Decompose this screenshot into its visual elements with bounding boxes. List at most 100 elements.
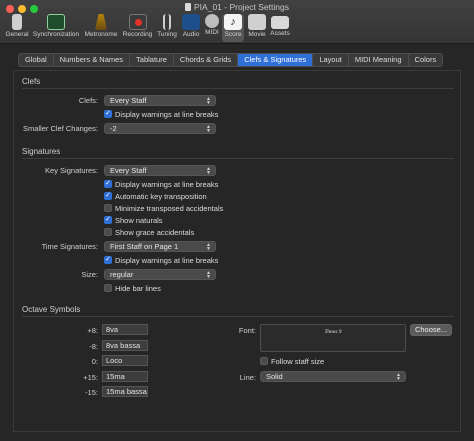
octave-loco-field[interactable]: Loco <box>102 355 148 366</box>
toolbar-label: MIDI <box>205 29 219 36</box>
clefs-value: Every Staff <box>110 96 147 105</box>
divider <box>22 158 454 159</box>
chevron-updown-icon: ▲ ▼ <box>206 242 211 252</box>
toolbar-label: Score <box>224 31 242 38</box>
toolbar-label: Movie <box>248 31 266 38</box>
checkbox-checked-icon <box>104 191 112 200</box>
divider <box>22 88 454 89</box>
checkbox-unchecked-icon <box>104 204 112 212</box>
time-warnings-checkbox[interactable]: Display warnings at line breaks <box>104 255 219 266</box>
tab-global[interactable]: Global <box>19 54 54 66</box>
checkbox-checked-icon <box>104 109 112 118</box>
follow-staff-size-checkbox[interactable]: Follow staff size <box>260 357 324 367</box>
choose-font-button[interactable]: Choose... <box>410 324 452 336</box>
clefs-label: Clefs: <box>78 96 98 105</box>
clefs-popup[interactable]: Every Staff ▲ ▼ <box>104 95 216 106</box>
toolbar-label: Audio <box>182 31 200 38</box>
line-style-value: Solid <box>266 372 283 381</box>
checkbox-label: Hide bar lines <box>115 284 161 293</box>
toolbar-tuning[interactable]: Tuning <box>155 14 179 42</box>
toolbar-movie[interactable]: Movie <box>246 14 268 42</box>
hide-bar-lines-checkbox[interactable]: Hide bar lines <box>104 284 161 294</box>
size-value: regular <box>110 270 134 279</box>
key-signatures-label: Key Signatures: <box>45 166 98 175</box>
toolbar-recording[interactable]: Recording <box>121 14 154 42</box>
settings-panel: Clefs Clefs: Every Staff ▲▼ Display warn… <box>13 70 461 432</box>
octave-label: -8: <box>89 342 98 351</box>
tab-layout[interactable]: Layout <box>313 54 349 66</box>
checkbox-unchecked-icon <box>260 357 268 365</box>
tab-numbers-names[interactable]: Numbers & Names <box>54 54 131 66</box>
document-icon <box>185 3 192 11</box>
key-signatures-popup[interactable]: Every Staff ▲ ▼ <box>104 165 216 176</box>
minimize-accidentals-checkbox[interactable]: Minimize transposed accidentals <box>104 204 223 214</box>
clefs-warnings-checkbox[interactable]: Display warnings at line breaks <box>104 109 219 120</box>
time-signatures-value: First Staff on Page 1 <box>110 242 179 251</box>
octave-8va-field[interactable]: 8va <box>102 324 148 335</box>
toolbar-label: Metronome <box>84 31 118 38</box>
octave-label: -15: <box>85 388 98 397</box>
smaller-clef-popup[interactable]: -2 ▲ ▼ <box>104 123 216 134</box>
time-signatures-popup[interactable]: First Staff on Page 1 ▲ ▼ <box>104 241 216 252</box>
font-label: Font: <box>238 326 256 335</box>
checkbox-checked-icon <box>104 255 112 264</box>
size-popup[interactable]: regular ▲ ▼ <box>104 269 216 280</box>
line-style-popup[interactable]: Solid ▲ ▼ <box>260 371 406 382</box>
octave-15ma-field[interactable]: 15ma <box>102 371 148 382</box>
checkbox-label: Display warnings at line breaks <box>115 256 219 265</box>
auto-transposition-checkbox[interactable]: Automatic key transposition <box>104 191 207 202</box>
checkbox-label: Display warnings at line breaks <box>115 180 219 189</box>
checkbox-label: Follow staff size <box>271 357 325 366</box>
toolbar-general[interactable]: General <box>4 14 30 42</box>
key-signatures-value: Every Staff <box>110 166 147 175</box>
music-note-icon: ♪ <box>224 14 242 30</box>
chevron-updown-icon: ▲ ▼ <box>206 270 211 280</box>
checkbox-label: Show grace accidentals <box>115 228 195 237</box>
sync-waveform-icon <box>47 14 65 30</box>
font-preview-text: Times 9 <box>324 329 342 335</box>
smaller-clef-value: -2 <box>110 124 117 133</box>
tab-colors[interactable]: Colors <box>409 54 443 66</box>
metronome-icon <box>95 14 107 30</box>
toolbar-label: Tuning <box>157 31 177 38</box>
chevron-updown-icon: ▲ ▼ <box>206 96 211 106</box>
audio-waveform-icon <box>182 14 200 30</box>
show-grace-accidentals-checkbox[interactable]: Show grace accidentals <box>104 228 194 238</box>
toolbar-label: Assets <box>270 30 290 37</box>
octave-label: 0: <box>91 357 98 366</box>
octave-8vb-field[interactable]: 8va bassa <box>102 340 148 351</box>
checkbox-label: Minimize transposed accidentals <box>115 204 224 213</box>
tab-tablature[interactable]: Tablature <box>130 54 174 66</box>
tab-midi-meaning[interactable]: MIDI Meaning <box>349 54 409 66</box>
checkbox-checked-icon <box>104 179 112 188</box>
time-signatures-label: Time Signatures: <box>41 242 98 251</box>
checkbox-label: Show naturals <box>115 216 163 225</box>
font-preview: Times 9 <box>260 324 406 352</box>
octave-label: +15: <box>83 373 98 382</box>
toolbar-midi[interactable]: MIDI <box>203 14 221 42</box>
chevron-updown-icon: ▲ ▼ <box>396 372 401 382</box>
toolbar-synchronization[interactable]: Synchronization <box>31 14 81 42</box>
tuning-fork-icon <box>163 14 171 30</box>
clefs-section-title: Clefs <box>22 77 41 86</box>
checkbox-label: Automatic key transposition <box>115 192 207 201</box>
midi-port-icon <box>205 14 219 28</box>
checkbox-label: Display warnings at line breaks <box>115 110 219 119</box>
tab-chords-grids[interactable]: Chords & Grids <box>174 54 239 66</box>
toolbar-audio[interactable]: Audio <box>180 14 202 42</box>
key-warnings-checkbox[interactable]: Display warnings at line breaks <box>104 179 219 190</box>
switch-icon <box>12 14 22 30</box>
toolbar-metronome[interactable]: Metronome <box>83 14 119 42</box>
toolbar-assets[interactable]: Assets <box>269 14 291 42</box>
toolbar-score[interactable]: ♪ Score <box>222 14 244 42</box>
film-icon <box>248 14 266 30</box>
window-title: PIA_01 - Project Settings <box>0 2 474 12</box>
tab-clefs-signatures[interactable]: Clefs & Signatures <box>238 54 314 66</box>
divider <box>22 316 454 317</box>
octave-15mb-field[interactable]: 15ma bassa <box>102 386 148 397</box>
line-label: Line: <box>239 373 256 382</box>
show-naturals-checkbox[interactable]: Show naturals <box>104 215 163 226</box>
toolbar-label: Recording <box>122 31 153 38</box>
size-label: Size: <box>81 270 98 279</box>
octave-label: +8: <box>87 326 98 335</box>
